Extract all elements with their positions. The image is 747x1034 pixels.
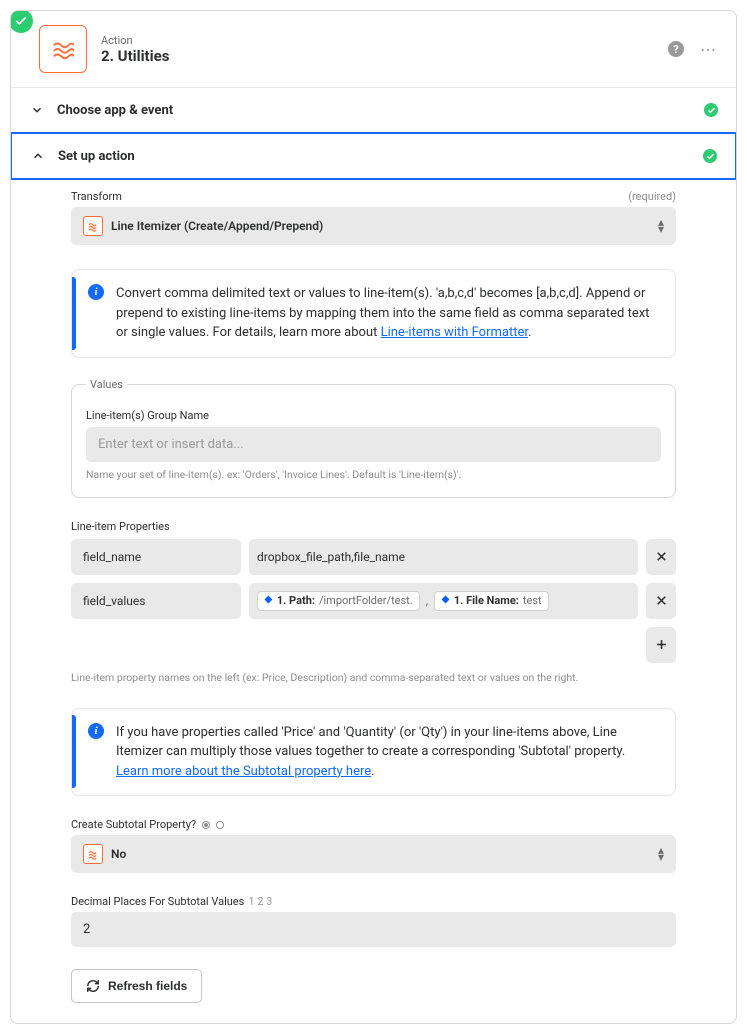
info-text: If you have properties called 'Price' an… (116, 723, 661, 782)
remove-row-button[interactable] (646, 583, 676, 619)
separator: , (424, 594, 430, 608)
values-legend: Values (86, 378, 127, 391)
check-icon (703, 149, 717, 163)
select-caret-icon: ▴▾ (658, 219, 664, 233)
info-icon: i (88, 284, 104, 300)
info-icon: i (88, 723, 104, 739)
section-title: Choose app & event (57, 103, 692, 118)
remove-row-button[interactable] (646, 539, 676, 575)
info-text: Convert comma delimited text or values t… (116, 284, 661, 343)
chevron-up-icon (30, 148, 46, 164)
action-card: Action 2. Utilities ? ⋯ Choose app & eve… (10, 10, 737, 1024)
section-set-up-action[interactable]: Set up action (10, 132, 737, 180)
add-row-button[interactable] (646, 627, 676, 663)
header-text: Action 2. Utilities (101, 34, 169, 65)
info-callout-subtotal: i If you have properties called 'Price' … (71, 708, 676, 797)
formatter-icon (83, 216, 103, 236)
properties-helper: Line-item property names on the left (ex… (71, 671, 676, 684)
property-key-input[interactable]: field_name (71, 539, 241, 575)
formatter-icon (83, 844, 103, 864)
group-name-label: Line-item(s) Group Name (86, 409, 661, 422)
line-item-properties-label: Line-item Properties (71, 520, 676, 533)
group-name-input[interactable]: Enter text or insert data... (86, 427, 661, 462)
transform-select[interactable]: Line Itemizer (Create/Append/Prepend) ▴▾ (71, 207, 676, 245)
transform-value: Line Itemizer (Create/Append/Prepend) (111, 219, 650, 233)
property-value-input[interactable]: ⯁ 1. Path: /importFolder/test. , ⯁ 1. Fi… (249, 583, 638, 619)
subtotal-link[interactable]: Learn more about the Subtotal property h… (116, 764, 371, 779)
card-header: Action 2. Utilities ? ⋯ (11, 11, 736, 88)
info-callout-transform: i Convert comma delimited text or values… (71, 269, 676, 358)
group-name-helper: Name your set of line-item(s). ex: 'Orde… (86, 468, 661, 481)
property-row: field_values ⯁ 1. Path: /importFolder/te… (71, 583, 676, 619)
required-tag: (required) (628, 190, 676, 203)
line-items-link[interactable]: Line-items with Formatter (381, 325, 528, 340)
create-subtotal-label: Create Subtotal Property? (71, 818, 676, 831)
dropbox-icon: ⯁ (264, 594, 273, 608)
section-title: Set up action (58, 149, 691, 164)
property-row: field_name dropbox_file_path,file_name (71, 539, 676, 575)
decimal-places-input[interactable]: 2 (71, 912, 676, 947)
more-menu-icon[interactable]: ⋯ (700, 40, 718, 59)
header-subtitle: Action (101, 34, 169, 47)
help-icon[interactable]: ? (668, 41, 684, 57)
section-choose-app-event[interactable]: Choose app & event (11, 88, 736, 133)
create-subtotal-select[interactable]: No ▴▾ (71, 835, 676, 873)
mapped-field-pill[interactable]: ⯁ 1. Path: /importFolder/test. (257, 591, 420, 611)
mapped-field-pill[interactable]: ⯁ 1. File Name: test (434, 591, 549, 611)
transform-label: Transform (71, 190, 122, 203)
dropbox-icon: ⯁ (441, 594, 450, 608)
refresh-icon (86, 979, 100, 993)
refresh-fields-button[interactable]: Refresh fields (71, 969, 202, 1003)
check-icon (704, 103, 718, 117)
property-key-input[interactable]: field_values (71, 583, 241, 619)
radio-selected-icon (202, 821, 210, 829)
select-caret-icon: ▴▾ (658, 847, 664, 861)
subtotal-value: No (111, 847, 650, 861)
values-fieldset: Values Line-item(s) Group Name Enter tex… (71, 378, 676, 498)
header-title: 2. Utilities (101, 47, 169, 65)
radio-unselected-icon (216, 821, 224, 829)
property-value-input[interactable]: dropbox_file_path,file_name (249, 539, 638, 575)
chevron-down-icon (29, 102, 45, 118)
utilities-app-icon (39, 25, 87, 73)
